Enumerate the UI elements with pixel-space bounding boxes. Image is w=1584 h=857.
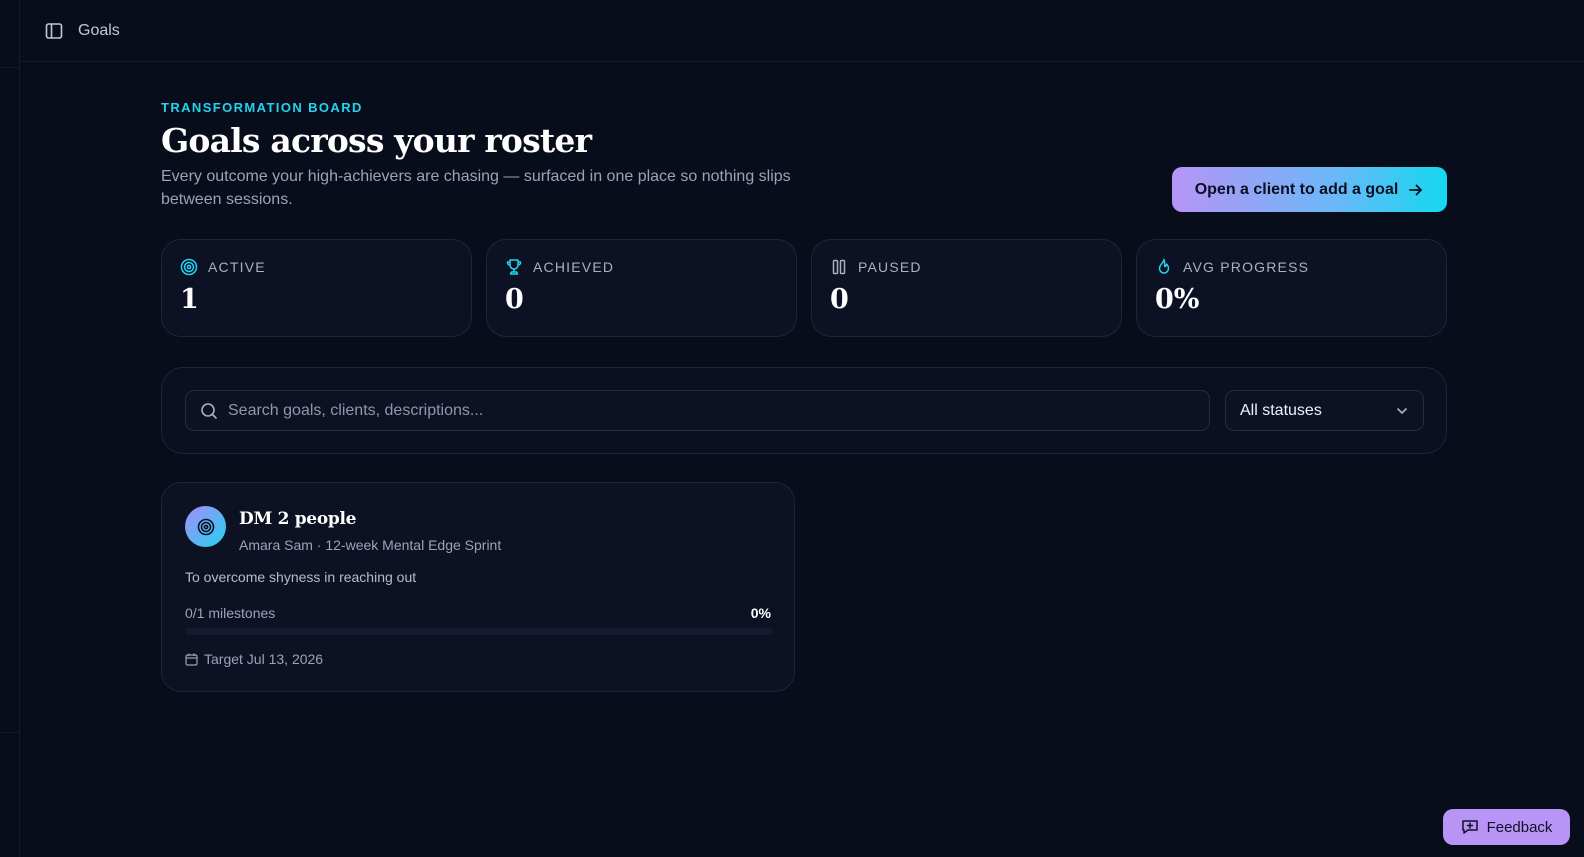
feedback-label: Feedback: [1486, 818, 1553, 836]
stat-label: ACTIVE: [208, 259, 266, 275]
goal-target-date: Target Jul 13, 2026: [204, 651, 324, 667]
open-client-add-goal-button[interactable]: Open a client to add a goal: [1172, 167, 1447, 212]
status-filter-select[interactable]: All statuses: [1225, 390, 1424, 431]
goal-description: To overcome shyness in reaching out: [185, 569, 417, 585]
stats-row: ACTIVE 1 ACHIEVED 0 PAUSED 0 AVG PROGRES…: [161, 239, 1447, 337]
stat-value: 0: [830, 284, 849, 315]
sidebar-toggle-icon[interactable]: [45, 22, 63, 40]
cta-label: Open a client to add a goal: [1194, 180, 1399, 198]
page-eyebrow: TRANSFORMATION BOARD: [161, 100, 363, 115]
stat-value: 0: [505, 284, 524, 315]
goal-progress-bar: [185, 628, 773, 635]
rail-divider: [0, 732, 20, 733]
chevron-down-icon: [1397, 407, 1407, 414]
rail-divider: [0, 67, 20, 68]
stat-card-achieved: ACHIEVED 0: [486, 239, 797, 337]
search-icon: [201, 402, 217, 419]
goal-milestones: 0/1 milestones: [185, 605, 276, 621]
top-bar: Goals: [20, 0, 1584, 62]
stat-label: PAUSED: [858, 259, 922, 275]
stat-label: ACHIEVED: [533, 259, 615, 275]
search-box[interactable]: [185, 390, 1210, 431]
target-icon: [197, 518, 214, 535]
stat-label: AVG PROGRESS: [1183, 259, 1310, 275]
message-plus-icon: [1461, 820, 1478, 834]
breadcrumb: Goals: [78, 21, 120, 39]
goal-progress-percent: 0%: [750, 605, 771, 621]
calendar-icon: [185, 653, 198, 666]
stat-card-paused: PAUSED 0: [811, 239, 1122, 337]
feedback-button[interactable]: Feedback: [1443, 809, 1570, 845]
stat-value: 0%: [1155, 284, 1200, 315]
stat-value: 1: [180, 284, 199, 315]
arrow-right-icon: [1409, 184, 1423, 195]
target-icon: [180, 258, 198, 276]
search-input[interactable]: [228, 401, 1188, 420]
stat-card-avg-progress: AVG PROGRESS 0%: [1136, 239, 1447, 337]
left-rail: [0, 0, 20, 857]
page-subtitle: Every outcome your high-achievers are ch…: [161, 168, 791, 208]
stat-card-active: ACTIVE 1: [161, 239, 472, 337]
trophy-icon: [505, 258, 523, 276]
goal-avatar: [185, 506, 226, 547]
status-filter-value: All statuses: [1240, 401, 1322, 419]
pause-icon: [830, 258, 848, 276]
filter-panel: All statuses: [161, 367, 1447, 454]
goal-meta: Amara Sam · 12-week Mental Edge Sprint: [239, 537, 502, 553]
goal-title: DM 2 people: [239, 509, 357, 529]
goal-target: Target Jul 13, 2026: [185, 651, 323, 667]
page-title: Goals across your roster: [161, 121, 592, 160]
flame-icon: [1155, 258, 1173, 276]
goal-card[interactable]: DM 2 people Amara Sam · 12-week Mental E…: [161, 482, 795, 692]
